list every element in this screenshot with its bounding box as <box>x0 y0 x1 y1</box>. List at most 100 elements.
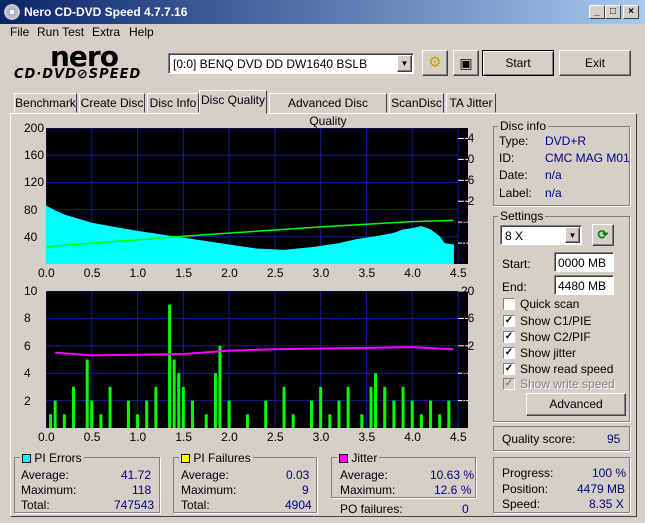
pi-failures-chart <box>46 291 468 428</box>
app-icon <box>4 4 20 20</box>
show-c1pie-checkbox[interactable]: ✓ <box>503 315 515 327</box>
pi-failure-bar <box>328 414 332 428</box>
menu-help[interactable]: Help <box>129 25 154 39</box>
quick-scan-label: Quick scan <box>520 297 580 311</box>
y-right-tick-label: 16 <box>461 311 475 326</box>
menu-run-test[interactable]: Run Test <box>37 25 84 39</box>
tab-disc-quality[interactable]: Disc Quality <box>199 90 267 114</box>
chevron-down-icon[interactable]: ▼ <box>565 227 580 243</box>
pi-failure-bar <box>282 386 286 428</box>
pi-failure-bar <box>419 414 423 428</box>
start-button[interactable]: Start <box>482 50 554 76</box>
pi-failure-bar <box>71 386 75 428</box>
x-tick-label: 4.5 <box>450 266 467 280</box>
x-tick-label: 1.0 <box>129 430 147 444</box>
x-tick-label: 4.0 <box>404 430 421 444</box>
tab-scandisc[interactable]: ScanDisc <box>389 93 444 113</box>
chevron-down-icon[interactable]: ▼ <box>397 55 412 72</box>
pi-failure-bar <box>264 400 268 428</box>
show-jitter-checkbox[interactable]: ✓ <box>503 347 515 359</box>
close-button[interactable]: × <box>623 5 639 19</box>
show-read-speed-label: Show read speed <box>520 362 614 376</box>
tab-create-disc[interactable]: Create Disc <box>79 93 145 113</box>
exit-button[interactable]: Exit <box>559 50 631 76</box>
pi-failure-bar <box>126 400 130 428</box>
y-left-tick-label: 160 <box>24 148 45 163</box>
speed-select[interactable]: 8 X ▼ <box>500 225 582 245</box>
y-left-tick-label: 2 <box>24 393 31 408</box>
y-right-tick-label: 24 <box>461 131 475 146</box>
tab-ta-jitter[interactable]: TA Jitter <box>446 93 496 113</box>
show-jitter-label: Show jitter <box>520 346 577 360</box>
y-right-tick-label: 8 <box>461 366 468 381</box>
pi-failure-bar <box>49 414 53 428</box>
speed-select-value: 8 X <box>505 229 524 243</box>
disc-id-label: ID: <box>499 151 515 165</box>
start-label: Start: <box>502 257 531 271</box>
x-tick-label: 0.0 <box>38 430 55 444</box>
minimize-button[interactable]: _ <box>589 5 605 19</box>
y-left-tick-label: 200 <box>24 121 45 135</box>
po-failures-value: 0 <box>462 502 469 516</box>
window-title: Nero CD-DVD Speed 4.7.7.16 <box>24 5 188 19</box>
pi-errors-avg-label: Average: <box>21 468 69 482</box>
po-failures-label: PO failures: <box>340 502 403 516</box>
pi-failure-bar <box>369 386 373 428</box>
show-read-speed-checkbox[interactable]: ✓ <box>503 363 515 375</box>
y-left-tick-label: 6 <box>24 338 31 353</box>
jitter-swatch <box>339 454 348 463</box>
y-right-tick-label: 20 <box>461 284 475 298</box>
pi-failure-bar <box>190 400 194 428</box>
speed-label: Speed: <box>502 497 541 511</box>
pi-errors-total-value: 747543 <box>114 498 155 512</box>
pi-failure-bar <box>181 386 185 428</box>
pi-errors-title-wrap: PI Errors <box>20 451 84 465</box>
pi-failure-bar <box>145 400 149 428</box>
advanced-button[interactable]: Advanced <box>526 393 626 416</box>
x-tick-label: 2.0 <box>221 430 238 444</box>
drive-info-button[interactable]: ⚙ <box>422 50 448 76</box>
menu-file[interactable]: File <box>10 25 29 39</box>
x-tick-label: 1.0 <box>129 266 147 280</box>
x-tick-label: 1.5 <box>175 430 193 444</box>
jitter-title: Jitter <box>351 451 378 465</box>
jitter-title-wrap: Jitter <box>337 451 380 465</box>
tab-advanced-disc-quality[interactable]: Advanced Disc Quality <box>269 93 387 128</box>
pi-failures-title: PI Failures <box>193 451 251 465</box>
x-tick-label: 3.5 <box>358 266 376 280</box>
tab-benchmark[interactable]: Benchmark <box>14 93 77 113</box>
pi-failure-bar <box>172 359 176 428</box>
refresh-icon: ⟳ <box>597 227 609 242</box>
jitter-avg-label: Average: <box>340 468 388 482</box>
pi-errors-max-value: 118 <box>132 483 152 497</box>
quality-score-label: Quality score: <box>502 432 576 446</box>
drive-select[interactable]: [0:0] BENQ DVD DD DW1640 BSLB ▼ <box>168 53 414 74</box>
pi-failure-bar <box>154 386 158 428</box>
title-bar: Nero CD-DVD Speed 4.7.7.16 _ □ × <box>0 0 645 24</box>
jitter-max-value: 12.6 % <box>434 483 472 497</box>
quick-scan-checkbox[interactable] <box>503 298 515 310</box>
disc-icon: ⚙ <box>428 54 442 71</box>
pi-failure-bar <box>374 373 378 428</box>
y-right-tick-label: 4 <box>461 393 468 408</box>
show-c2pif-checkbox[interactable]: ✓ <box>503 331 515 343</box>
pi-failure-bar <box>62 414 66 428</box>
menu-extra[interactable]: Extra <box>92 25 120 39</box>
pi-failure-bar <box>90 400 94 428</box>
save-button[interactable]: ▣ <box>453 50 479 76</box>
end-input[interactable]: 4480 MB <box>554 275 614 295</box>
show-write-speed-label: Show write speed <box>520 377 615 391</box>
y-left-tick-label: 80 <box>24 202 38 217</box>
tab-disc-info[interactable]: Disc Info <box>147 93 199 113</box>
jitter-avg-value: 10.63 % <box>430 468 475 482</box>
pi-errors-avg-value: 41.72 <box>121 468 152 482</box>
pi-failure-bar <box>360 414 364 428</box>
y-left-tick-label: 8 <box>24 311 31 326</box>
pi-failures-title-wrap: PI Failures <box>179 451 253 465</box>
pi-failure-bar <box>291 414 295 428</box>
start-input[interactable]: 0000 MB <box>554 252 614 272</box>
maximize-button[interactable]: □ <box>605 5 621 19</box>
pi-failure-bar <box>245 414 249 428</box>
refresh-button[interactable]: ⟳ <box>592 224 614 246</box>
pi-failure-bar <box>447 400 451 428</box>
